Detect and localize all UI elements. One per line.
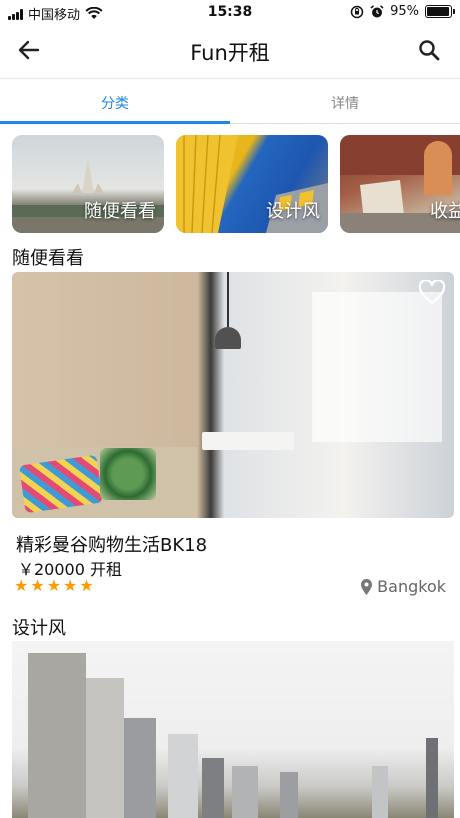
building xyxy=(372,766,388,818)
listing-photo[interactable] xyxy=(12,272,454,518)
window-light xyxy=(312,292,442,442)
leaf-pillow xyxy=(100,448,156,500)
building xyxy=(280,772,298,818)
category-card-browse[interactable]: 随便看看 xyxy=(12,135,164,233)
building xyxy=(426,738,438,818)
pendant-lamp-cord xyxy=(227,272,229,327)
app-bar: Fun开租 xyxy=(0,24,460,76)
listing-location: Bangkok xyxy=(360,577,446,596)
listing-title[interactable]: 精彩曼谷购物生活BK18 xyxy=(16,531,207,557)
section-title-browse: 随便看看 xyxy=(12,248,84,269)
star-icon: ★ xyxy=(79,576,94,595)
tab-bar: 分类 详情 xyxy=(0,78,460,124)
category-card-design[interactable]: 设计风 xyxy=(176,135,328,233)
favorite-button[interactable] xyxy=(418,279,446,306)
design-listing-photo[interactable] xyxy=(12,641,454,818)
category-label: 收益稳 xyxy=(430,201,460,222)
star-rating: ★ ★ ★ ★ ★ xyxy=(14,578,94,594)
location-pin-icon xyxy=(361,578,373,595)
category-label: 随便看看 xyxy=(84,201,156,222)
building xyxy=(124,718,156,818)
page-title: Fun开租 xyxy=(190,41,270,65)
star-icon: ★ xyxy=(63,576,78,595)
category-label: 设计风 xyxy=(266,201,320,222)
star-icon: ★ xyxy=(14,576,29,595)
building xyxy=(232,766,258,818)
battery-icon xyxy=(425,5,455,18)
building xyxy=(86,678,124,818)
category-card-yield[interactable]: 收益稳 xyxy=(340,135,460,233)
search-button[interactable] xyxy=(414,36,444,64)
building xyxy=(168,734,198,818)
section-title-design: 设计风 xyxy=(12,618,66,639)
star-icon: ★ xyxy=(30,576,45,595)
status-right: 95% xyxy=(350,4,455,19)
search-icon xyxy=(419,40,440,61)
building xyxy=(28,653,86,818)
battery-fill xyxy=(427,7,449,16)
battery-percent: 95% xyxy=(390,4,419,19)
building xyxy=(202,758,224,818)
tab-category[interactable]: 分类 xyxy=(0,79,230,124)
alarm-icon xyxy=(370,4,384,17)
orientation-lock-icon xyxy=(350,5,364,18)
location-label: Bangkok xyxy=(377,577,446,596)
pendant-lamp xyxy=(215,327,241,349)
heart-icon xyxy=(418,279,446,305)
category-carousel[interactable]: 随便看看 设计风 收益稳 xyxy=(12,135,460,235)
tab-details[interactable]: 详情 xyxy=(230,79,460,123)
status-bar: 中国移动 15:38 95% xyxy=(0,0,460,24)
star-icon: ★ xyxy=(46,576,62,595)
dining-table xyxy=(202,432,294,450)
